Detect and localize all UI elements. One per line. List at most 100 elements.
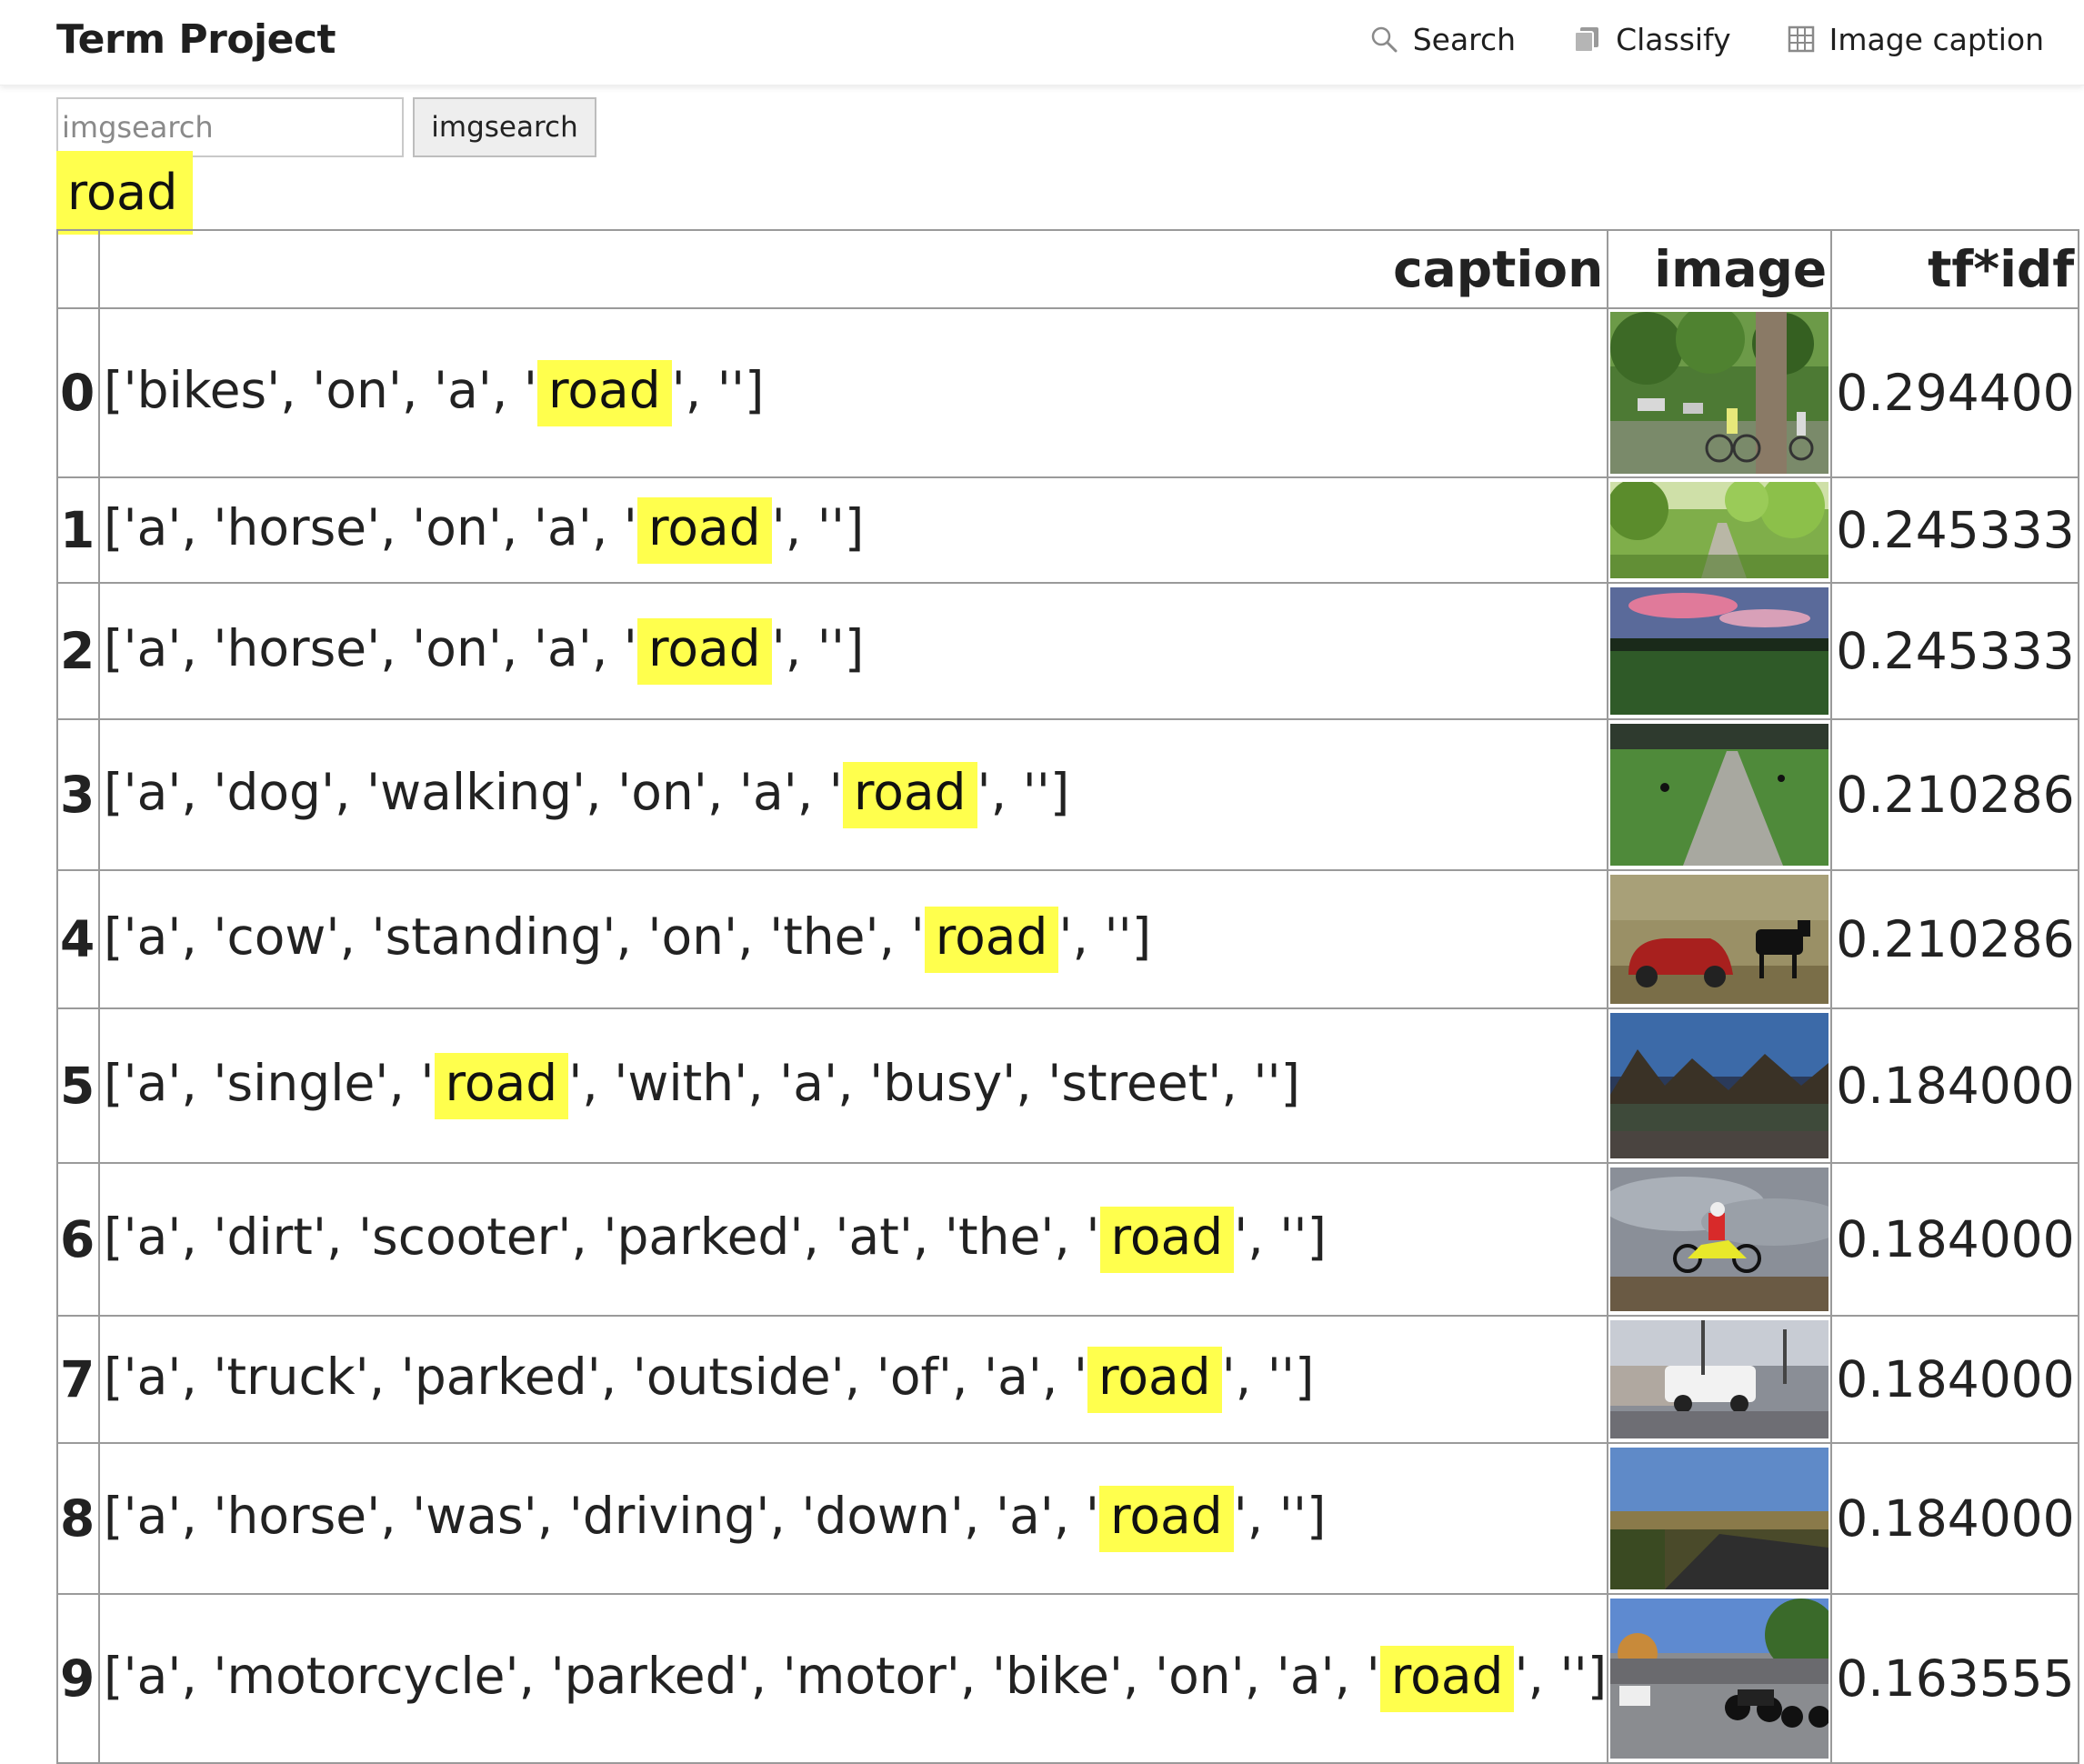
image-cell bbox=[1607, 476, 1833, 584]
caption-suffix: ', ''] bbox=[1514, 1646, 1608, 1705]
grid-icon bbox=[1788, 25, 1815, 53]
caption-suffix: ', ''] bbox=[1221, 1347, 1315, 1406]
row-index: 5 bbox=[56, 1007, 100, 1164]
thumbnail-image[interactable] bbox=[1610, 1320, 1829, 1438]
imgsearch-input[interactable] bbox=[56, 97, 404, 157]
caption-cell: ['a', 'horse', 'on', 'a', ' road ', ''] bbox=[97, 582, 1609, 720]
caption-prefix: ['a', 'dog', 'walking', 'on', 'a', ' bbox=[104, 762, 843, 821]
thumbnail-image[interactable] bbox=[1610, 1448, 1829, 1589]
caption-prefix: ['a', 'motorcycle', 'parked', 'motor', '… bbox=[104, 1646, 1380, 1705]
tfidf-score: 0.210286 bbox=[1830, 869, 2080, 1009]
nav-item-image-caption[interactable]: Image caption bbox=[1788, 16, 2044, 62]
caption-highlight: road bbox=[636, 617, 772, 685]
table-row: 4 ['a', 'cow', 'standing', 'on', 'the', … bbox=[56, 869, 2080, 1009]
caption-prefix: ['bikes', 'on', 'a', ' bbox=[104, 360, 537, 419]
caption-cell: ['a', 'dirt', 'scooter', 'parked', 'at',… bbox=[97, 1162, 1609, 1317]
nav-label-classify: Classify bbox=[1616, 21, 1731, 57]
caption-prefix: ['a', 'horse', 'on', 'a', ' bbox=[104, 618, 637, 677]
caption-suffix: ', ''] bbox=[771, 618, 865, 677]
caption-suffix: ', ''] bbox=[771, 497, 865, 556]
caption-highlight: road bbox=[924, 906, 1059, 973]
table-row: 6 ['a', 'dirt', 'scooter', 'parked', 'at… bbox=[56, 1162, 2080, 1317]
caption-prefix: ['a', 'dirt', 'scooter', 'parked', 'at',… bbox=[104, 1207, 1100, 1266]
tfidf-score: 0.245333 bbox=[1830, 476, 2080, 584]
thumbnail-image[interactable] bbox=[1610, 587, 1829, 715]
table-row: 3 ['a', 'dog', 'walking', 'on', 'a', ' ro… bbox=[56, 718, 2080, 871]
nav-item-classify[interactable]: Classify bbox=[1572, 16, 1731, 62]
image-cell bbox=[1607, 1442, 1833, 1595]
tfidf-score: 0.163555 bbox=[1830, 1593, 2080, 1764]
image-cell bbox=[1607, 1007, 1833, 1164]
thumbnail-image[interactable] bbox=[1610, 1168, 1829, 1311]
row-index: 7 bbox=[56, 1315, 100, 1444]
caption-highlight: road bbox=[636, 496, 772, 564]
image-cell bbox=[1607, 1315, 1833, 1444]
thumbnail-image[interactable] bbox=[1610, 312, 1829, 474]
caption-highlight: road bbox=[1087, 1346, 1222, 1413]
caption-prefix: ['a', 'cow', 'standing', 'on', 'the', ' bbox=[104, 907, 925, 966]
tfidf-score: 0.245333 bbox=[1830, 582, 2080, 720]
imgsearch-button[interactable]: imgsearch bbox=[413, 97, 596, 157]
image-cell bbox=[1607, 582, 1833, 720]
caption-prefix: ['a', 'single', ' bbox=[104, 1053, 435, 1112]
caption-highlight: road bbox=[842, 761, 977, 828]
thumbnail-image[interactable] bbox=[1610, 482, 1829, 578]
nav-menu: Search Classify Image caption bbox=[1369, 16, 2044, 62]
column-header-caption: caption bbox=[97, 229, 1609, 309]
column-header-image: image bbox=[1607, 229, 1833, 309]
table-header-row: caption image tf*idf bbox=[56, 229, 2080, 309]
image-cell bbox=[1607, 1162, 1833, 1317]
app-title[interactable]: Term Project bbox=[56, 16, 336, 63]
tfidf-score: 0.184000 bbox=[1830, 1315, 2080, 1444]
caption-cell: ['a', 'truck', 'parked', 'outside', 'of'… bbox=[97, 1315, 1609, 1444]
table-row: 2 ['a', 'horse', 'on', 'a', ' road ', ''] … bbox=[56, 582, 2080, 720]
caption-highlight: road bbox=[1379, 1645, 1515, 1712]
caption-prefix: ['a', 'truck', 'parked', 'outside', 'of'… bbox=[104, 1347, 1087, 1406]
caption-suffix: ', 'with', 'a', 'busy', 'street', ''] bbox=[568, 1053, 1301, 1112]
row-index: 1 bbox=[56, 476, 100, 584]
query-term-highlight: road bbox=[56, 151, 193, 235]
tfidf-score: 0.184000 bbox=[1830, 1442, 2080, 1595]
table-row: 9 ['a', 'motorcycle', 'parked', 'motor',… bbox=[56, 1593, 2080, 1764]
caption-cell: ['a', 'motorcycle', 'parked', 'motor', '… bbox=[97, 1593, 1609, 1764]
table-row: 5 ['a', 'single', ' road ', 'with', 'a', '… bbox=[56, 1007, 2080, 1164]
caption-cell: ['a', 'cow', 'standing', 'on', 'the', ' r… bbox=[97, 869, 1609, 1009]
row-index: 3 bbox=[56, 718, 100, 871]
caption-highlight: road bbox=[1098, 1485, 1234, 1552]
caption-suffix: ', ''] bbox=[1234, 1207, 1327, 1266]
column-header-tfidf: tf*idf bbox=[1830, 229, 2080, 309]
caption-suffix: ', ''] bbox=[1233, 1486, 1327, 1545]
caption-cell: ['a', 'single', ' road ', 'with', 'a', 'bu… bbox=[97, 1007, 1609, 1164]
image-cell bbox=[1607, 307, 1833, 478]
caption-highlight: road bbox=[536, 359, 672, 426]
caption-suffix: ', ''] bbox=[1058, 907, 1152, 966]
image-cell bbox=[1607, 718, 1833, 871]
nav-label-search: Search bbox=[1412, 21, 1517, 57]
caption-cell: ['bikes', 'on', 'a', ' road ', ''] bbox=[97, 307, 1609, 478]
column-header-index bbox=[56, 229, 100, 309]
table-row: 8 ['a', 'horse', 'was', 'driving', 'down… bbox=[56, 1442, 2080, 1595]
row-index: 2 bbox=[56, 582, 100, 720]
caption-prefix: ['a', 'horse', 'on', 'a', ' bbox=[104, 497, 637, 556]
thumbnail-image[interactable] bbox=[1610, 1599, 1829, 1759]
table-row: 0 ['bikes', 'on', 'a', ' road ', ''] 0.2… bbox=[56, 307, 2080, 478]
top-navbar: Term Project Search Classify Image capti… bbox=[0, 0, 2084, 85]
nav-item-search[interactable]: Search bbox=[1369, 16, 1516, 62]
row-index: 4 bbox=[56, 869, 100, 1009]
search-icon bbox=[1369, 25, 1398, 54]
thumbnail-image[interactable] bbox=[1610, 724, 1829, 866]
row-index: 0 bbox=[56, 307, 100, 478]
row-index: 8 bbox=[56, 1442, 100, 1595]
thumbnail-image[interactable] bbox=[1610, 1013, 1829, 1158]
tfidf-score: 0.184000 bbox=[1830, 1007, 2080, 1164]
caption-cell: ['a', 'horse', 'was', 'driving', 'down',… bbox=[97, 1442, 1609, 1595]
results-table: caption image tf*idf 0 ['bikes', 'on', '… bbox=[56, 229, 2080, 1764]
caption-cell: ['a', 'horse', 'on', 'a', ' road ', ''] bbox=[97, 476, 1609, 584]
caption-suffix: ', ''] bbox=[671, 360, 765, 419]
image-cell bbox=[1607, 869, 1833, 1009]
thumbnail-image[interactable] bbox=[1610, 875, 1829, 1004]
row-index: 9 bbox=[56, 1593, 100, 1764]
row-index: 6 bbox=[56, 1162, 100, 1317]
caption-suffix: ', ''] bbox=[977, 762, 1070, 821]
table-row: 1 ['a', 'horse', 'on', 'a', ' road ', ''] … bbox=[56, 476, 2080, 584]
